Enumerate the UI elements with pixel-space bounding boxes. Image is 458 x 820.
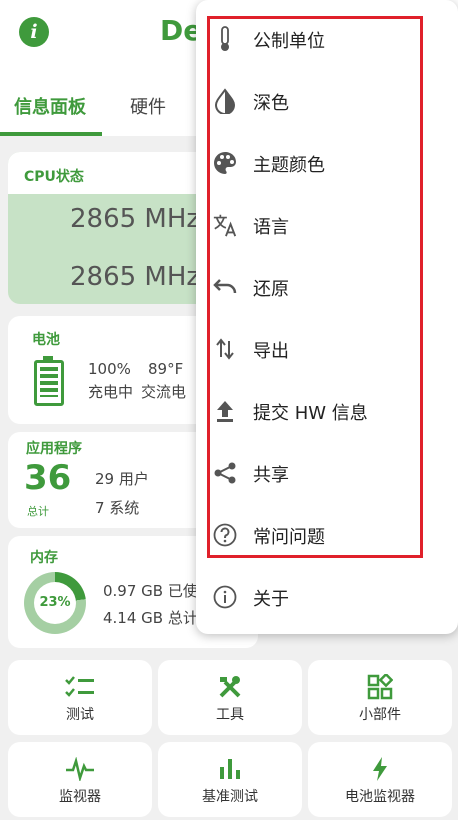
grid-benchmark[interactable]: 基准测试: [158, 742, 302, 817]
grid-battery-monitor[interactable]: 电池监视器: [308, 742, 452, 817]
menu-item-faq[interactable]: 常问问题: [196, 504, 458, 566]
battery-temperature: 89°F: [148, 360, 184, 378]
menu-item-label: 深色: [253, 93, 289, 114]
menu-item-language[interactable]: 语言: [196, 194, 458, 256]
grid-tests[interactable]: 测试: [8, 660, 152, 735]
battery-power-source: 交流电: [141, 383, 187, 401]
menu-item-label: 提交 HW 信息: [253, 403, 368, 424]
memory-usage-donut: 23%: [24, 572, 86, 634]
upload-icon: [212, 398, 238, 424]
grid-label: 基准测试: [202, 789, 258, 805]
grid-label: 电池监视器: [345, 789, 415, 805]
menu-item-reset[interactable]: 还原: [196, 256, 458, 318]
thermometer-icon: [212, 26, 238, 52]
menu-item-metric-units[interactable]: 公制单位: [196, 8, 458, 70]
battery-title: 电池: [32, 332, 60, 348]
share-icon: [212, 460, 238, 486]
grid-label: 工具: [216, 707, 244, 723]
menu-item-label: 公制单位: [253, 31, 325, 52]
cpu-core-frequency: 2865 MHz: [70, 262, 201, 292]
menu-item-label: 语言: [253, 217, 289, 238]
apps-total-label: 总计: [27, 505, 49, 518]
grid-label: 测试: [66, 707, 94, 723]
menu-item-label: 导出: [253, 341, 289, 362]
menu-item-label: 共享: [253, 465, 289, 486]
translate-icon: [212, 212, 238, 238]
battery-icon: [34, 356, 64, 406]
grid-label: 监视器: [59, 789, 101, 805]
memory-title: 内存: [30, 550, 58, 566]
apps-system-count: 7 系统: [95, 499, 140, 517]
bolt-icon: [308, 756, 452, 782]
swap-vertical-icon: [212, 336, 238, 362]
tab-hardware[interactable]: 硬件: [130, 93, 166, 119]
palette-icon: [212, 150, 238, 176]
help-circle-icon: [212, 522, 238, 548]
grid-tools[interactable]: 工具: [158, 660, 302, 735]
memory-used: 0.97 GB 已使: [103, 582, 198, 600]
widgets-icon: [308, 674, 452, 700]
cpu-core-frequency: 2865 MHz: [70, 204, 201, 234]
grid-widgets[interactable]: 小部件: [308, 660, 452, 735]
menu-item-label: 还原: [253, 279, 289, 300]
info-outline-icon: [212, 584, 238, 610]
menu-item-theme-color[interactable]: 主题颜色: [196, 132, 458, 194]
checklist-icon: [8, 674, 152, 700]
tools-icon: [158, 674, 302, 700]
bar-chart-icon: [158, 756, 302, 782]
menu-item-submit-hw-info[interactable]: 提交 HW 信息: [196, 380, 458, 442]
menu-item-label: 关于: [253, 589, 289, 610]
menu-item-label: 主题颜色: [253, 155, 325, 176]
active-tab-indicator: [0, 132, 102, 136]
menu-item-dark-mode[interactable]: 深色: [196, 70, 458, 132]
info-icon[interactable]: i: [19, 17, 49, 47]
menu-item-label: 常问问题: [253, 527, 325, 548]
apps-title: 应用程序: [26, 441, 82, 457]
monitor-pulse-icon: [8, 756, 152, 782]
memory-total: 4.14 GB 总计: [103, 609, 198, 627]
grid-monitor[interactable]: 监视器: [8, 742, 152, 817]
apps-total-count: 36: [24, 458, 72, 498]
undo-icon: [212, 274, 238, 300]
tab-dashboard[interactable]: 信息面板: [14, 93, 86, 119]
overflow-menu: 公制单位 深色 主题颜色 语言 还原 导出 提交 HW 信息 共享 常问问题 关…: [196, 0, 458, 634]
menu-item-about[interactable]: 关于: [196, 566, 458, 628]
menu-item-export[interactable]: 导出: [196, 318, 458, 380]
contrast-icon: [212, 88, 238, 114]
battery-percent: 100%: [88, 360, 131, 378]
cpu-status-title: CPU状态: [24, 169, 84, 185]
memory-percent: 23%: [34, 582, 76, 624]
grid-label: 小部件: [359, 707, 401, 723]
menu-item-share[interactable]: 共享: [196, 442, 458, 504]
apps-user-count: 29 用户: [95, 470, 149, 488]
battery-status: 充电中: [88, 383, 134, 401]
